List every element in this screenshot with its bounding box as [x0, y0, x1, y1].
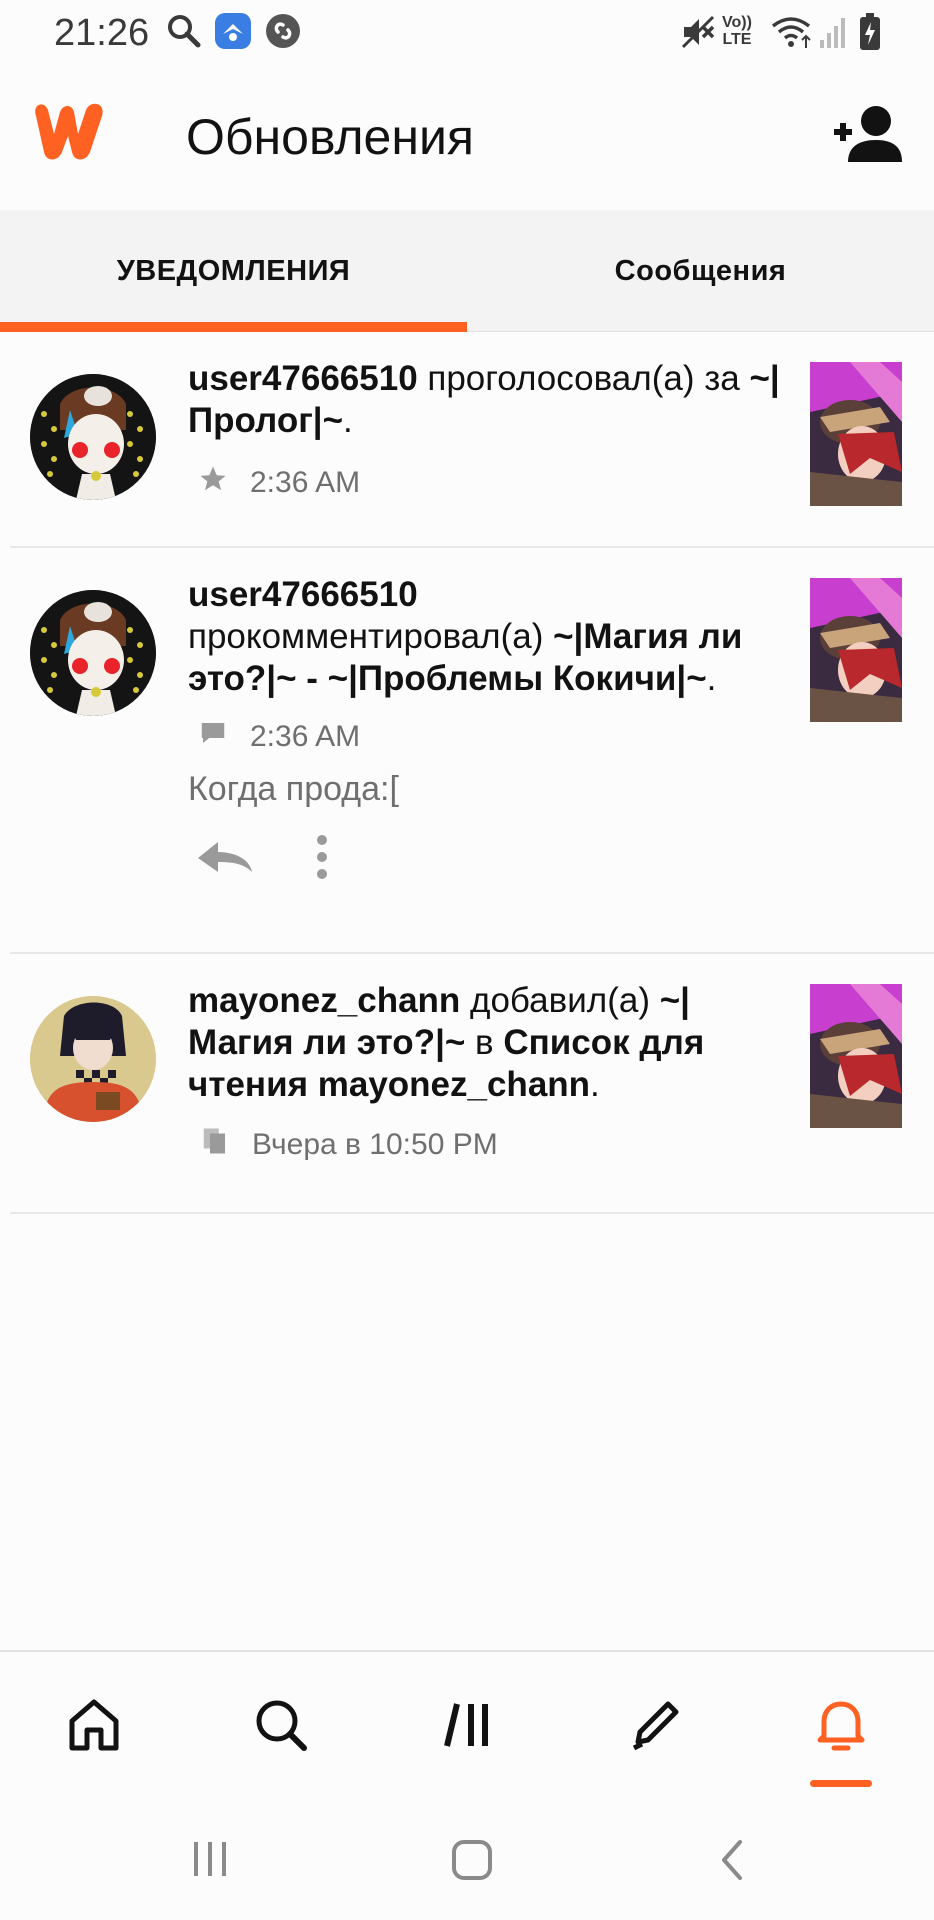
volte-icon: Vo)) LTE — [722, 14, 752, 48]
avatar[interactable] — [30, 374, 156, 500]
notifications-icon — [812, 1696, 870, 1759]
add-user-icon[interactable] — [830, 104, 904, 171]
page-title: Обновления — [186, 109, 474, 165]
story-cover-thumbnail[interactable] — [810, 578, 902, 722]
recents-button[interactable] — [190, 1838, 232, 1885]
notification-meta: Вчера в 10:50 PM — [200, 1126, 498, 1164]
tab-notifications[interactable]: УВЕДОМЛЕНИЯ — [0, 210, 467, 332]
wattpad-logo[interactable] — [30, 100, 114, 167]
connector-text: в — [475, 1023, 494, 1062]
system-navigation-bar — [0, 1800, 934, 1920]
notification-meta: 2:36 AM — [198, 464, 360, 502]
reply-icon[interactable] — [194, 838, 256, 883]
battery-icon — [858, 12, 882, 57]
volte-label-bottom: LTE — [722, 31, 752, 48]
notification-text: user47666510 прокомментировал(а) ~|Магия… — [188, 574, 788, 700]
nav-library[interactable] — [374, 1652, 561, 1802]
home-icon — [65, 1696, 123, 1759]
wifi-icon — [770, 14, 812, 55]
messenger-app-icon — [214, 12, 252, 55]
status-bar: 21:26 Vo)) LTE — [0, 0, 934, 64]
back-button[interactable] — [716, 1838, 748, 1887]
action-text: проголосовал(а) за — [427, 359, 740, 398]
username-link[interactable]: user47666510 — [188, 575, 418, 614]
search-icon — [165, 12, 203, 55]
avatar[interactable] — [30, 996, 156, 1122]
app-header: Обновления — [0, 64, 934, 210]
volte-label-top: Vo)) — [722, 14, 752, 31]
sentence-end: . — [706, 659, 717, 698]
notification-text: mayonez_chann добавил(а) ~|Магия ли это?… — [188, 980, 788, 1106]
notification-item[interactable]: mayonez_chann добавил(а) ~|Магия ли это?… — [10, 954, 934, 1214]
action-text: добавил(а) — [470, 981, 650, 1020]
story-cover-thumbnail[interactable] — [810, 984, 902, 1128]
home-button[interactable] — [450, 1838, 494, 1887]
library-icon — [439, 1696, 497, 1759]
bottom-navigation — [0, 1650, 934, 1800]
active-nav-indicator — [810, 1780, 872, 1787]
story-cover-thumbnail[interactable] — [810, 362, 902, 506]
nav-home[interactable] — [0, 1652, 187, 1802]
comment-icon — [198, 718, 250, 756]
nav-write[interactable] — [561, 1652, 748, 1802]
tabs-bar: УВЕДОМЛЕНИЯ Сообщения — [0, 210, 934, 332]
username-link[interactable]: user47666510 — [188, 359, 418, 398]
avatar[interactable] — [30, 590, 156, 716]
notification-meta: 2:36 AM — [198, 718, 360, 756]
notification-item[interactable]: user47666510 проголосовал(а) за ~|Пролог… — [10, 332, 934, 548]
sentence-end: . — [590, 1065, 600, 1104]
reading-list-icon — [200, 1126, 252, 1164]
timestamp: 2:36 AM — [250, 720, 361, 753]
signal-icon — [818, 14, 848, 55]
shazam-icon — [264, 12, 302, 55]
notification-text: user47666510 проголосовал(а) за ~|Пролог… — [188, 358, 788, 442]
nav-search[interactable] — [187, 1652, 374, 1802]
sentence-end: . — [343, 401, 353, 440]
tab-messages[interactable]: Сообщения — [467, 210, 934, 332]
active-tab-indicator — [0, 322, 467, 332]
status-time: 21:26 — [54, 12, 150, 54]
search-icon — [252, 1696, 310, 1759]
notification-item[interactable]: user47666510 прокомментировал(а) ~|Магия… — [10, 548, 934, 954]
timestamp: 2:36 AM — [250, 466, 361, 499]
action-text: прокомментировал(а) — [188, 617, 544, 656]
comment-text: Когда прода:[ — [188, 770, 399, 808]
star-icon — [198, 464, 250, 502]
write-icon — [626, 1696, 684, 1759]
username-link[interactable]: mayonez_chann — [188, 981, 460, 1020]
timestamp: Вчера в 10:50 PM — [252, 1128, 498, 1161]
mute-icon — [680, 14, 716, 55]
more-options-icon[interactable] — [310, 834, 334, 885]
